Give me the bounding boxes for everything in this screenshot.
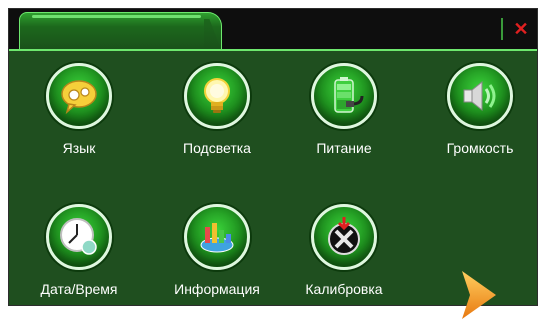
volume-icon [447, 63, 513, 129]
arrow-right-icon [462, 271, 496, 319]
language-icon [46, 63, 112, 129]
menu-item-label: Подсветка [183, 140, 251, 156]
title-separator [501, 18, 503, 40]
menu-item-backlight[interactable]: Подсветка [152, 63, 282, 183]
settings-panel: Язык Подсветка Питание Громкость Дата/Вр… [9, 49, 537, 319]
next-page-button[interactable] [458, 269, 498, 321]
calibration-icon [311, 204, 377, 270]
menu-item-label: Громкость [446, 140, 514, 156]
menu-item-label: Информация [174, 281, 260, 297]
menu-item-label: Дата/Время [40, 281, 118, 297]
menu-item-volume[interactable]: Громкость [415, 63, 541, 183]
power-icon [311, 63, 377, 129]
clock-icon [46, 204, 112, 270]
menu-item-power[interactable]: Питание [279, 63, 409, 183]
info-chart-icon [184, 204, 250, 270]
menu-item-information[interactable]: Информация [152, 204, 282, 324]
title-bar: ✕ [9, 9, 537, 52]
close-icon: ✕ [513, 18, 529, 39]
settings-window: ✕ Язык Подсветка Питание Громкость Дата/… [8, 8, 538, 319]
menu-item-datetime[interactable]: Дата/Время [14, 204, 144, 324]
close-button[interactable]: ✕ [509, 17, 533, 41]
menu-item-calibration[interactable]: Калибровка [279, 204, 409, 324]
menu-item-label: Калибровка [305, 281, 383, 297]
backlight-icon [184, 63, 250, 129]
settings-tab[interactable] [19, 12, 222, 52]
menu-item-label: Язык [62, 140, 96, 156]
menu-item-label: Питание [316, 140, 372, 156]
menu-item-language[interactable]: Язык [14, 63, 144, 183]
